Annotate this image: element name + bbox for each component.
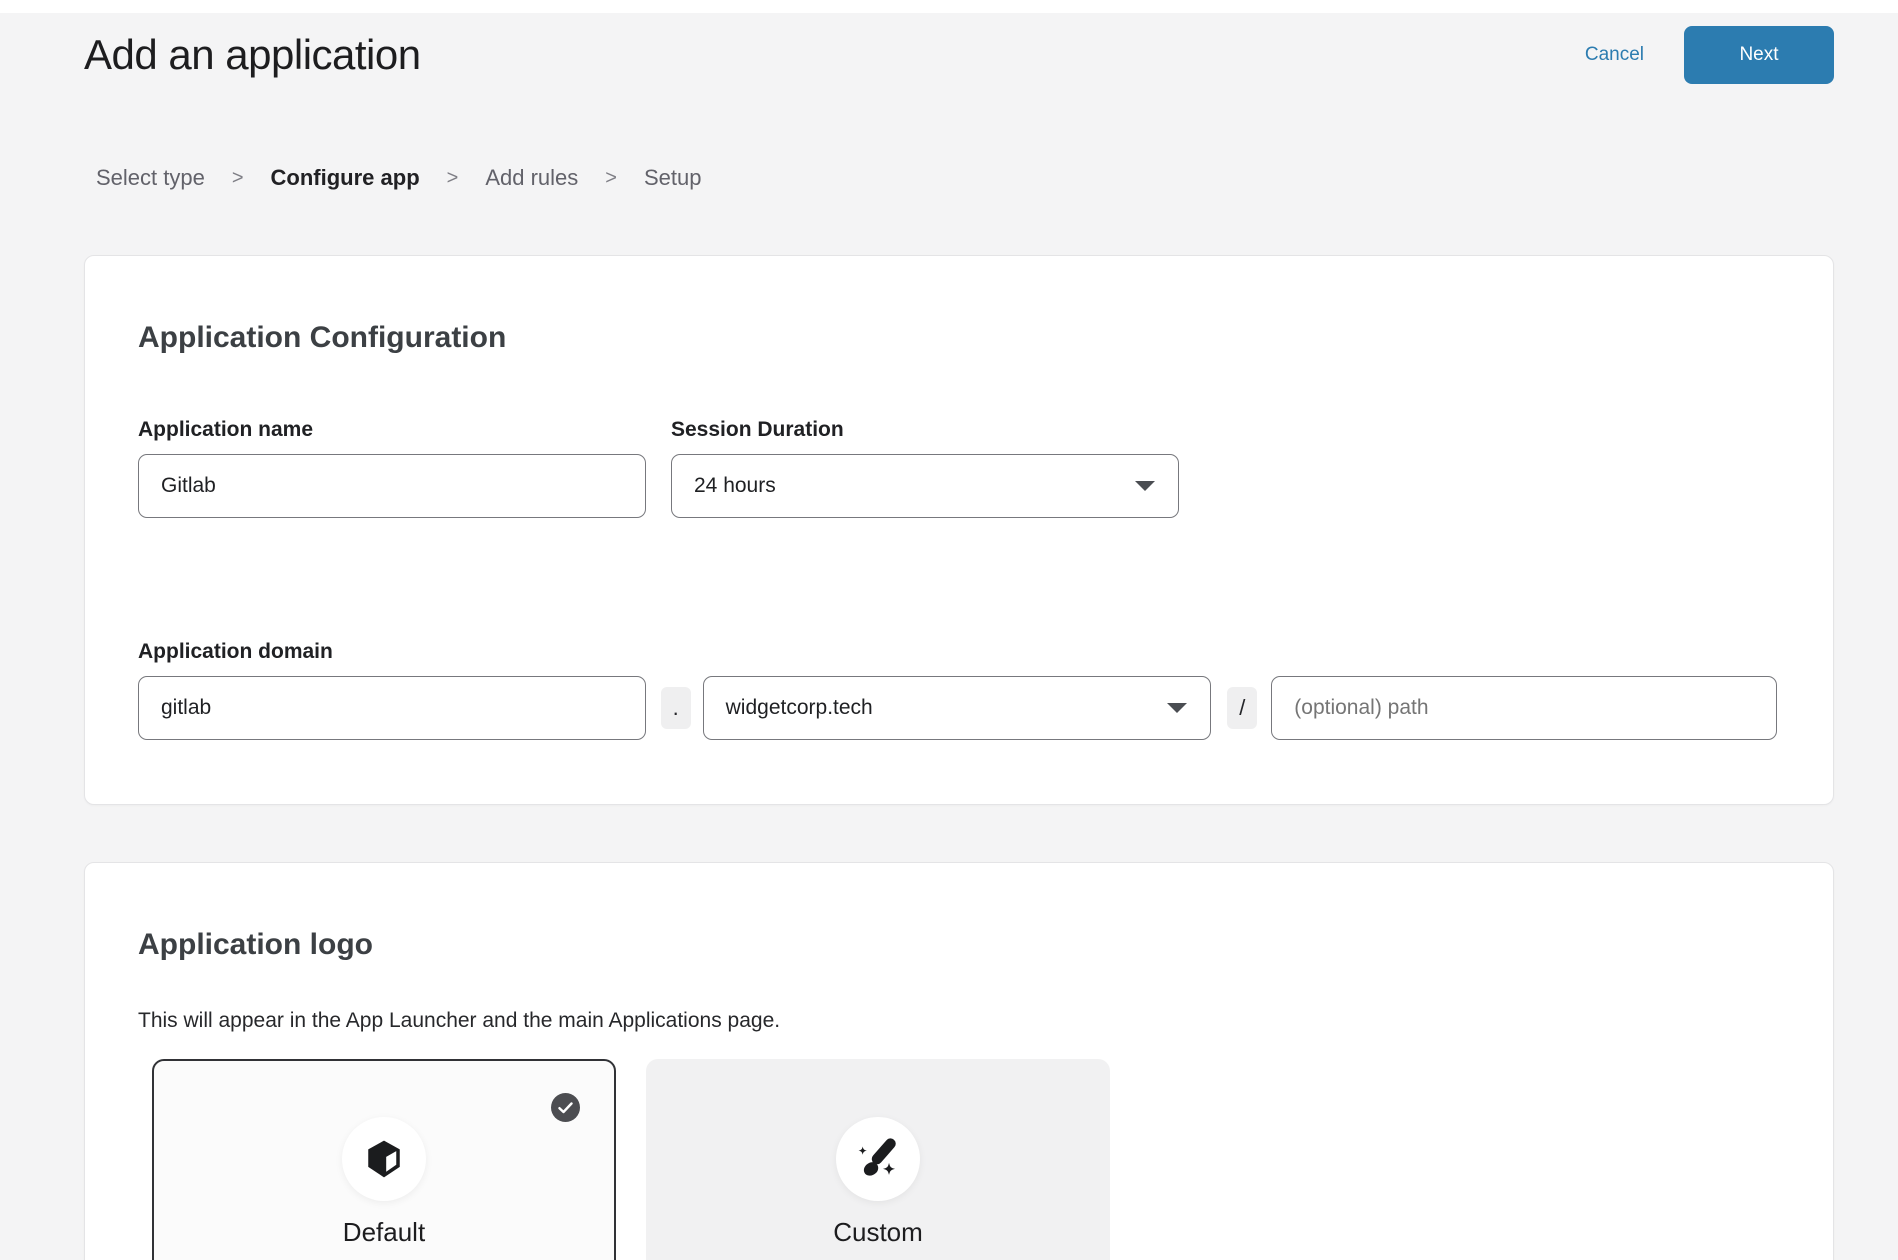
application-name-field: Application name — [138, 416, 646, 518]
breadcrumb-item-setup[interactable]: Setup — [644, 161, 702, 195]
chevron-down-icon — [1134, 480, 1156, 492]
application-logo-card: Application logo This will appear in the… — [84, 862, 1834, 1260]
breadcrumb-item-select-type[interactable]: Select type — [96, 161, 205, 195]
page-header: Add an application Cancel Next — [84, 23, 1834, 87]
cube-icon — [363, 1137, 405, 1181]
logo-option-default[interactable]: Default — [152, 1059, 616, 1260]
breadcrumb-separator: > — [605, 161, 617, 195]
breadcrumb-item-add-rules[interactable]: Add rules — [485, 161, 578, 195]
breadcrumb: Select type > Configure app > Add rules … — [84, 161, 1834, 195]
chevron-down-icon — [1166, 702, 1188, 714]
page-title: Add an application — [84, 31, 421, 79]
session-duration-value: 24 hours — [694, 474, 776, 498]
session-duration-field: Session Duration 24 hours — [671, 416, 1179, 518]
subdomain-input[interactable] — [138, 676, 646, 740]
paintbrush-icon — [855, 1136, 901, 1182]
default-logo-circle — [342, 1117, 426, 1201]
application-domain-row: . widgetcorp.tech / — [138, 676, 1777, 740]
breadcrumb-separator: > — [447, 161, 459, 195]
logo-card-description: This will appear in the App Launcher and… — [138, 1007, 1777, 1035]
domain-select-value: widgetcorp.tech — [726, 696, 873, 720]
logo-card-heading: Application logo — [138, 925, 1777, 965]
dot-separator: . — [661, 687, 691, 729]
application-configuration-card: Application Configuration Application na… — [84, 255, 1834, 805]
header-actions: Cancel Next — [1585, 26, 1834, 84]
page-content: Add an application Cancel Next Select ty… — [84, 23, 1834, 1260]
breadcrumb-item-configure-app[interactable]: Configure app — [271, 161, 420, 195]
domain-select[interactable]: widgetcorp.tech — [703, 676, 1212, 740]
slash-separator: / — [1227, 687, 1257, 729]
name-duration-row: Application name Session Duration 24 hou… — [138, 416, 1777, 518]
top-strip — [0, 0, 1898, 13]
session-duration-select[interactable]: 24 hours — [671, 454, 1179, 518]
selected-check-badge — [551, 1093, 580, 1122]
logo-option-default-label: Default — [343, 1217, 425, 1248]
check-icon — [558, 1102, 573, 1114]
next-button[interactable]: Next — [1684, 26, 1834, 84]
application-domain-label: Application domain — [138, 638, 1777, 666]
logo-option-custom-label: Custom — [833, 1217, 923, 1248]
configuration-card-heading: Application Configuration — [138, 318, 1777, 358]
logo-options: Default Custom — [152, 1059, 1777, 1260]
breadcrumb-separator: > — [232, 161, 244, 195]
application-name-input[interactable] — [138, 454, 646, 518]
session-duration-label: Session Duration — [671, 416, 1179, 444]
cancel-button[interactable]: Cancel — [1585, 44, 1644, 66]
application-name-label: Application name — [138, 416, 646, 444]
logo-option-custom[interactable]: Custom — [646, 1059, 1110, 1260]
path-input[interactable] — [1271, 676, 1777, 740]
custom-logo-circle — [836, 1117, 920, 1201]
